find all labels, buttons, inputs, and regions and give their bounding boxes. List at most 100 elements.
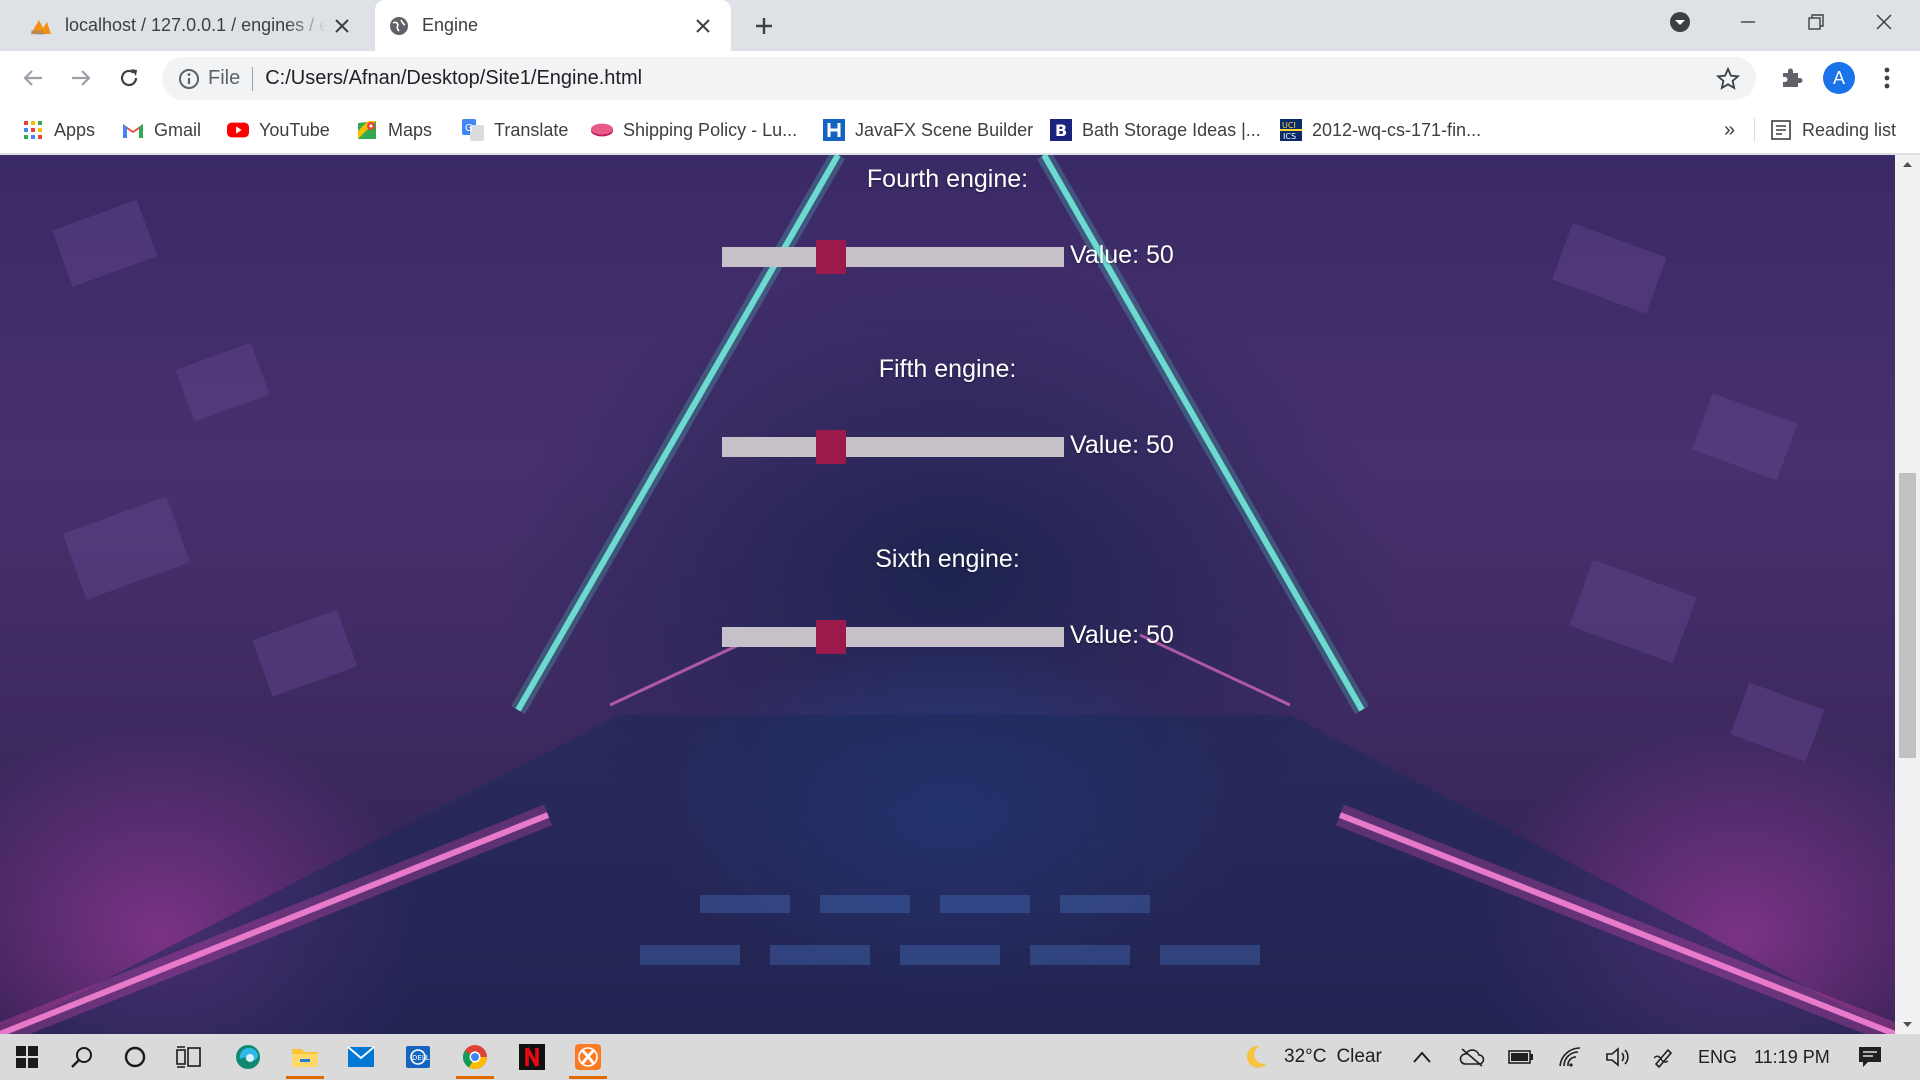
uci-icon: UCI ICS xyxy=(1280,119,1302,141)
bookmark-uci[interactable]: UCI ICS 2012-wq-cs-171-fin... xyxy=(1280,115,1481,145)
page-viewport: Fourth engine: Value: 50 Fifth engine: V… xyxy=(0,155,1895,1034)
reload-button[interactable] xyxy=(110,59,148,97)
slider-thumb[interactable] xyxy=(816,620,846,654)
bookmark-apps[interactable]: Apps xyxy=(22,115,95,145)
taskbar-chrome[interactable] xyxy=(450,1038,500,1079)
notification-icon xyxy=(1859,1047,1881,1067)
bookmark-bath-storage[interactable]: B Bath Storage Ideas |... xyxy=(1050,115,1261,145)
bookmarks-bar: Apps Gmail YouTube Maps G Translate Ship… xyxy=(0,106,1920,154)
search-button[interactable] xyxy=(57,1038,107,1076)
restore-icon xyxy=(1808,14,1824,30)
weather-temp: 32°C xyxy=(1284,1046,1327,1067)
onedrive-button[interactable] xyxy=(1459,1034,1485,1080)
dell-icon: DELL xyxy=(406,1046,430,1068)
bookmark-javafx[interactable]: JavaFX Scene Builder xyxy=(823,115,1033,145)
taskbar-xampp[interactable] xyxy=(563,1038,613,1079)
taskbar-mail[interactable] xyxy=(336,1038,386,1076)
bookmark-label: YouTube xyxy=(259,119,330,140)
weather-widget[interactable]: 32°C Clear xyxy=(1242,1034,1382,1080)
translate-icon: G xyxy=(462,119,484,141)
close-tab-icon[interactable] xyxy=(326,10,358,42)
address-bar[interactable]: File C:/Users/Afnan/Desktop/Site1/Engine… xyxy=(162,57,1756,100)
battery-button[interactable] xyxy=(1508,1034,1534,1080)
info-icon[interactable] xyxy=(178,68,200,90)
close-tab-icon[interactable] xyxy=(687,10,719,42)
engine-slider[interactable] xyxy=(722,620,1064,654)
xampp-icon xyxy=(575,1044,601,1070)
divider xyxy=(1754,118,1755,142)
moon-icon xyxy=(1246,1045,1267,1068)
engine-label: Fourth engine: xyxy=(866,165,1029,193)
browser-toolbar: File C:/Users/Afnan/Desktop/Site1/Engine… xyxy=(0,51,1920,106)
tab-search-button[interactable] xyxy=(1648,0,1712,44)
engine-value-readout: Value: 50 xyxy=(1070,241,1174,269)
bookmarks-overflow-button[interactable]: » xyxy=(1724,115,1735,145)
action-center-button[interactable] xyxy=(1858,1034,1882,1080)
vertical-scrollbar[interactable] xyxy=(1895,155,1920,1034)
clock[interactable]: 11:19 PM xyxy=(1754,1034,1830,1080)
tab-title: Engine xyxy=(422,15,479,35)
chrome-icon xyxy=(462,1045,487,1070)
bookmark-youtube[interactable]: YouTube xyxy=(227,115,330,145)
taskbar-file-explorer[interactable] xyxy=(280,1038,330,1079)
bookmark-shipping-policy[interactable]: Shipping Policy - Lu... xyxy=(591,115,797,145)
mail-icon xyxy=(347,1046,375,1067)
network-button[interactable] xyxy=(1558,1034,1582,1080)
cortana-circle-icon xyxy=(124,1046,146,1068)
input-language[interactable]: ENG xyxy=(1698,1034,1737,1080)
minimize-icon xyxy=(1741,21,1755,23)
tab-phpmyadmin[interactable]: PMA localhost / 127.0.0.1 / engines / e xyxy=(0,0,370,51)
extensions-button[interactable] xyxy=(1772,59,1810,97)
taskbar-edge[interactable] xyxy=(223,1038,273,1076)
chevron-up-icon xyxy=(1413,1051,1431,1063)
pill-icon xyxy=(591,119,613,141)
bookmark-maps[interactable]: Maps xyxy=(356,115,432,145)
show-hidden-icons-button[interactable] xyxy=(1412,1034,1432,1080)
cortana-button[interactable] xyxy=(110,1038,160,1076)
task-view-button[interactable] xyxy=(164,1038,214,1076)
reading-list-button[interactable]: Reading list xyxy=(1770,115,1896,145)
svg-text:UCI: UCI xyxy=(1282,121,1296,130)
engine-slider[interactable] xyxy=(722,430,1064,464)
volume-button[interactable] xyxy=(1605,1034,1631,1080)
speaker-icon xyxy=(1606,1047,1629,1067)
folder-icon xyxy=(292,1049,318,1067)
svg-text:DELL: DELL xyxy=(412,1054,430,1062)
bookmark-star-icon[interactable] xyxy=(1716,67,1740,91)
tab-strip: PMA localhost / 127.0.0.1 / engines / e … xyxy=(0,0,1920,51)
windows-logo-icon xyxy=(16,1046,38,1068)
scroll-down-arrow-icon xyxy=(1903,1022,1912,1027)
restore-button[interactable] xyxy=(1784,0,1848,44)
engine-value-readout: Value: 50 xyxy=(1070,621,1174,649)
start-button[interactable] xyxy=(2,1038,52,1076)
avatar: A xyxy=(1823,62,1855,94)
gmail-icon xyxy=(122,119,144,141)
pen-workspace-button[interactable] xyxy=(1652,1034,1676,1080)
pen-icon xyxy=(1653,1048,1673,1068)
plus-icon xyxy=(756,18,772,34)
url-text[interactable]: C:/Users/Afnan/Desktop/Site1/Engine.html xyxy=(265,67,642,90)
forward-button[interactable] xyxy=(62,59,100,97)
back-button[interactable] xyxy=(14,59,52,97)
close-window-button[interactable] xyxy=(1852,0,1916,44)
new-tab-button[interactable] xyxy=(748,10,780,42)
menu-button[interactable] xyxy=(1868,59,1906,97)
bookmark-gmail[interactable]: Gmail xyxy=(122,115,201,145)
slider-thumb[interactable] xyxy=(816,240,846,274)
slider-thumb[interactable] xyxy=(816,430,846,464)
engine-slider[interactable] xyxy=(722,240,1064,274)
edge-icon xyxy=(236,1045,260,1069)
reading-list-icon xyxy=(1770,119,1792,141)
netflix-icon xyxy=(519,1044,545,1070)
bookmark-label: Gmail xyxy=(154,119,202,140)
minimize-button[interactable] xyxy=(1716,0,1780,44)
puzzle-icon xyxy=(1783,68,1803,87)
scrollbar-thumb[interactable] xyxy=(1899,473,1916,758)
taskbar-netflix[interactable] xyxy=(507,1038,557,1076)
profile-button[interactable]: A xyxy=(1820,59,1858,97)
phpmyadmin-icon: PMA xyxy=(29,16,53,36)
taskbar-dell[interactable]: DELL xyxy=(393,1038,443,1076)
bookmark-translate[interactable]: G Translate xyxy=(462,115,568,145)
task-view-icon xyxy=(176,1046,201,1068)
tab-engine[interactable]: Engine xyxy=(375,0,731,51)
